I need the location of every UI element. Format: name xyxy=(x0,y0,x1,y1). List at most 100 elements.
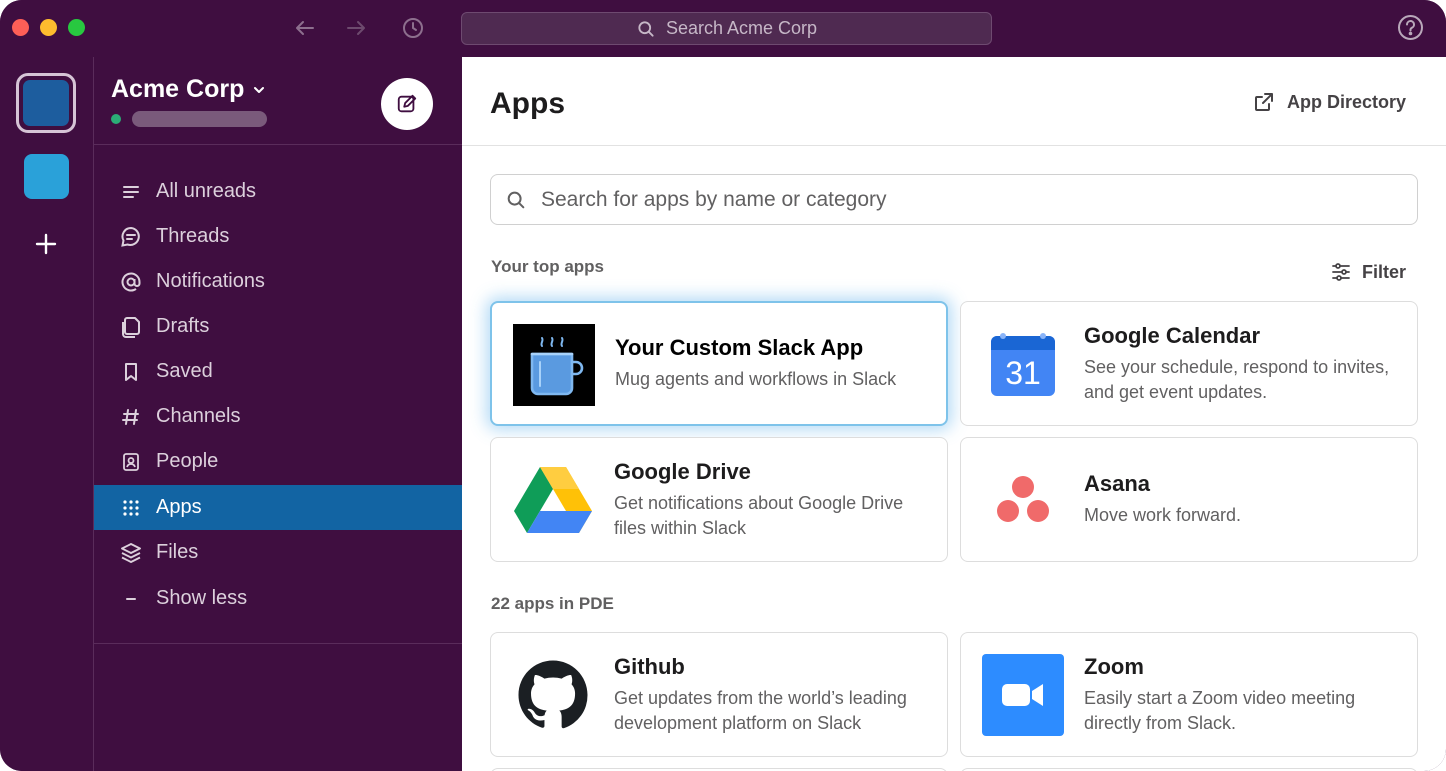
app-description: See your schedule, respond to invites, a… xyxy=(1084,356,1390,402)
slack-window: Search Acme Corp Acme Corp All unreads T… xyxy=(0,0,1446,771)
sidebar-item-label: People xyxy=(156,450,219,472)
sidebar-item-label: Channels xyxy=(156,405,241,427)
filter-button[interactable]: Filter xyxy=(1330,261,1406,283)
app-description: Mug agents and workflows in Slack xyxy=(615,369,897,389)
external-link-icon xyxy=(1254,93,1273,111)
sidebar-item-files[interactable]: Files xyxy=(94,530,462,575)
maximize-window-button[interactable] xyxy=(68,19,85,36)
contact-icon xyxy=(118,449,144,475)
sidebar-item-show-less[interactable]: Show less xyxy=(94,576,462,621)
add-workspace-icon[interactable] xyxy=(31,229,61,259)
help-icon[interactable] xyxy=(1397,14,1424,41)
layers-icon xyxy=(118,540,144,566)
apps-panel: Apps App Directory Search for apps by na… xyxy=(462,57,1446,771)
workspace-search-placeholder: Search Acme Corp xyxy=(665,18,818,38)
chevron-down-icon xyxy=(254,86,265,93)
bookmark-icon xyxy=(118,359,144,385)
back-arrow-icon[interactable] xyxy=(290,13,320,43)
sidebar-divider xyxy=(94,643,462,644)
app-name: Your Custom Slack App xyxy=(615,335,864,360)
sidebar-item-label: Show less xyxy=(156,587,248,609)
minimize-window-button[interactable] xyxy=(40,19,57,36)
apps-header: Apps App Directory xyxy=(462,57,1446,146)
workspace-apps-heading: 22 apps in PDE xyxy=(491,594,614,613)
minus-icon xyxy=(118,586,144,612)
sidebar-item-notifications[interactable]: Notifications xyxy=(94,259,462,304)
app-card-text: Google Calendar See your schedule, respo… xyxy=(1084,302,1397,425)
workspace-search-bar[interactable]: Search Acme Corp xyxy=(461,12,992,45)
calendar-date-text: 31 xyxy=(1005,355,1041,391)
page-title: Apps xyxy=(490,87,565,120)
grid-icon xyxy=(118,495,144,521)
close-window-button[interactable] xyxy=(12,19,29,36)
sidebar-item-all-unreads[interactable]: All unreads xyxy=(94,169,462,214)
google-calendar-icon: 31 xyxy=(982,323,1064,405)
app-directory-label: App Directory xyxy=(1286,91,1406,112)
workspace-rail xyxy=(0,57,94,771)
asana-icon xyxy=(982,459,1064,541)
zoom-icon xyxy=(982,654,1064,736)
sidebar-item-label: Files xyxy=(156,541,199,563)
app-card-text: Your Custom Slack App Mug agents and wor… xyxy=(615,303,926,424)
sidebar: Acme Corp All unreads Threads Notificati… xyxy=(94,57,462,771)
sidebar-item-label: Threads xyxy=(156,225,230,247)
app-search-input[interactable]: Search for apps by name or category xyxy=(490,174,1418,225)
sidebar-item-people[interactable]: People xyxy=(94,439,462,484)
app-card-text: Google Drive Get notifications about Goo… xyxy=(614,438,927,561)
workspace-switcher-acme[interactable] xyxy=(16,73,76,133)
app-name: Zoom xyxy=(1084,653,1144,679)
threads-icon xyxy=(118,224,144,250)
mug-icon xyxy=(513,324,595,406)
sidebar-header: Acme Corp xyxy=(94,57,462,145)
sidebar-item-label: Apps xyxy=(156,496,202,518)
workspace-switcher-secondary[interactable] xyxy=(24,154,69,199)
sidebar-item-label: Notifications xyxy=(156,270,265,292)
workspace-name-button[interactable]: Acme Corp xyxy=(111,75,266,104)
sidebar-item-label: Drafts xyxy=(156,315,210,337)
app-name: Google Drive xyxy=(614,458,751,484)
history-clock-icon[interactable] xyxy=(398,13,428,43)
github-icon xyxy=(512,654,594,736)
google-drive-icon xyxy=(512,459,594,541)
compose-button[interactable] xyxy=(381,78,433,130)
sidebar-item-label: All unreads xyxy=(156,180,257,202)
sidebar-item-drafts[interactable]: Drafts xyxy=(94,304,462,349)
app-name: Asana xyxy=(1084,471,1151,496)
app-card-text: Zoom Easily start a Zoom video meeting d… xyxy=(1084,633,1397,756)
app-description: Move work forward. xyxy=(1084,505,1242,525)
app-card-github[interactable]: Github Get updates from the world’s lead… xyxy=(490,632,948,757)
app-description: Easily start a Zoom video meeting direct… xyxy=(1084,687,1356,733)
app-directory-link[interactable]: App Directory xyxy=(1253,91,1406,113)
compose-icon xyxy=(397,94,417,113)
workspace-name: Acme Corp xyxy=(111,75,245,103)
sidebar-item-threads[interactable]: Threads xyxy=(94,214,462,259)
presence-dot xyxy=(111,114,121,124)
top-apps-heading: Your top apps xyxy=(491,257,605,276)
app-card-custom-slack-app[interactable]: Your Custom Slack App Mug agents and wor… xyxy=(490,301,948,426)
drafts-icon xyxy=(118,314,144,340)
app-name: Github xyxy=(614,653,685,679)
sidebar-item-saved[interactable]: Saved xyxy=(94,349,462,394)
app-search-placeholder: Search for apps by name or category xyxy=(541,187,887,211)
forward-arrow-icon[interactable] xyxy=(341,13,371,43)
sidebar-item-label: Saved xyxy=(156,360,213,382)
search-icon xyxy=(638,20,654,37)
search-icon xyxy=(507,191,525,208)
filter-label: Filter xyxy=(1361,261,1406,282)
app-card-zoom[interactable]: Zoom Easily start a Zoom video meeting d… xyxy=(960,632,1418,757)
app-card-text: Github Get updates from the world’s lead… xyxy=(614,633,927,756)
at-icon xyxy=(118,269,144,295)
app-card-asana[interactable]: Asana Move work forward. xyxy=(960,437,1418,562)
filter-sliders-icon xyxy=(1332,263,1350,281)
app-description: Get updates from the world’s leading dev… xyxy=(614,687,907,733)
app-card-google-calendar[interactable]: 31 Google Calendar See your schedule, re… xyxy=(960,301,1418,426)
app-card-google-drive[interactable]: Google Drive Get notifications about Goo… xyxy=(490,437,948,562)
hash-icon xyxy=(118,404,144,430)
app-description: Get notifications about Google Drive fil… xyxy=(614,492,904,538)
title-bar: Search Acme Corp xyxy=(0,0,1446,57)
status-placeholder[interactable] xyxy=(132,111,267,127)
app-name: Google Calendar xyxy=(1084,322,1261,348)
list-icon xyxy=(118,179,144,205)
sidebar-item-channels[interactable]: Channels xyxy=(94,394,462,439)
sidebar-item-apps[interactable]: Apps xyxy=(94,485,462,530)
